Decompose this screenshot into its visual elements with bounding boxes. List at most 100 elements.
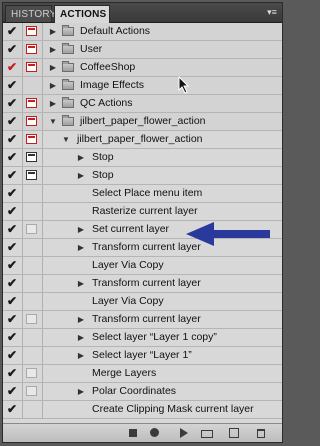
toggle-dialog-cell[interactable] [22,185,43,202]
action-step-row[interactable]: ✔ ▶ Polar Coordinates [3,383,282,401]
action-step-row[interactable]: ✔ ▶ Transform current layer [3,239,282,257]
toggle-dialog-cell[interactable] [22,347,43,364]
toggle-dialog-cell[interactable] [22,113,43,130]
toggle-dialog-cell[interactable] [22,365,43,382]
toggle-item-cell[interactable]: ✔ [3,77,23,94]
row-label: jilbert_paper_flower_action [80,115,206,127]
toggle-dialog-cell[interactable] [22,221,43,238]
action-step-row[interactable]: ✔ ▶ Transform current layer [3,311,282,329]
toggle-dialog-cell[interactable] [22,95,43,112]
toggle-item-cell[interactable]: ✔ [3,113,23,130]
folder-icon [62,25,74,36]
row-label: Default Actions [80,25,151,37]
delete-button[interactable] [255,427,267,439]
toggle-item-cell[interactable]: ✔ [3,293,23,310]
toggle-dialog-cell[interactable] [22,23,43,40]
toggle-item-cell[interactable]: ✔ [3,41,23,58]
play-selection-button[interactable] [177,427,189,439]
disclosure-collapsed-icon[interactable]: ▶ [76,221,86,238]
action-step-row[interactable]: ✔ ▶ Select layer “Layer 1 copy” [3,329,282,347]
toggle-item-cell[interactable]: ✔ [3,59,23,76]
toggle-dialog-cell[interactable] [22,203,43,220]
toggle-item-cell[interactable]: ✔ [3,311,23,328]
toggle-item-cell[interactable]: ✔ [3,329,23,346]
toggle-dialog-cell[interactable] [22,167,43,184]
toggle-item-cell[interactable]: ✔ [3,23,23,40]
create-new-set-button[interactable] [201,427,213,439]
disclosure-collapsed-icon[interactable]: ▶ [76,275,86,292]
disclosure-collapsed-icon[interactable]: ▶ [48,41,58,58]
disclosure-collapsed-icon[interactable]: ▶ [48,95,58,112]
toggle-item-cell[interactable]: ✔ [3,131,23,148]
disclosure-collapsed-icon[interactable]: ▶ [48,59,58,76]
checkmark-icon: ✔ [7,60,18,74]
action-step-row[interactable]: ✔ ▶ Stop [3,167,282,185]
disclosure-collapsed-icon[interactable]: ▶ [76,329,86,346]
toggle-dialog-cell[interactable] [22,383,43,400]
toggle-dialog-cell[interactable] [22,149,43,166]
action-step-row[interactable]: ✔ ▶ Set current layer [3,221,282,239]
action-set-row[interactable]: ✔ ▶ Default Actions [3,23,282,41]
toggle-item-cell[interactable]: ✔ [3,149,23,166]
action-step-row[interactable]: ✔ Layer Via Copy [3,257,282,275]
toggle-item-cell[interactable]: ✔ [3,347,23,364]
toggle-dialog-cell[interactable] [22,311,43,328]
toggle-item-cell[interactable]: ✔ [3,185,23,202]
tab-actions[interactable]: ACTIONS [54,5,110,23]
toggle-dialog-cell[interactable] [22,131,43,148]
action-set-row[interactable]: ✔ ▶ CoffeeShop [3,59,282,77]
action-step-row[interactable]: ✔ Create Clipping Mask current layer [3,401,282,419]
action-step-row[interactable]: ✔ ▶ Select layer “Layer 1” [3,347,282,365]
toggle-item-cell[interactable]: ✔ [3,239,23,256]
toggle-dialog-cell[interactable] [22,41,43,58]
toggle-item-cell[interactable]: ✔ [3,167,23,184]
action-step-row[interactable]: ✔ ▶ Transform current layer [3,275,282,293]
checkmark-icon: ✔ [7,366,18,380]
toggle-item-cell[interactable]: ✔ [3,365,23,382]
row-label: User [80,43,103,55]
action-set-row[interactable]: ✔ ▶ User [3,41,282,59]
action-row[interactable]: ✔ ▼ jilbert_paper_flower_action [3,131,282,149]
toggle-dialog-cell[interactable] [22,275,43,292]
disclosure-collapsed-icon[interactable]: ▶ [76,383,86,400]
action-set-row[interactable]: ✔ ▼ jilbert_paper_flower_action [3,113,282,131]
checkmark-icon: ✔ [7,258,18,272]
action-step-row[interactable]: ✔ Select Place menu item [3,185,282,203]
toggle-item-cell[interactable]: ✔ [3,95,23,112]
panel-menu-icon[interactable]: ▾≡ [266,6,278,18]
action-step-row[interactable]: ✔ ▶ Stop [3,149,282,167]
action-step-row[interactable]: ✔ Merge Layers [3,365,282,383]
disclosure-collapsed-icon[interactable]: ▶ [76,239,86,256]
toggle-dialog-cell[interactable] [22,257,43,274]
toggle-dialog-cell[interactable] [22,329,43,346]
action-set-row[interactable]: ✔ ▶ Image Effects [3,77,282,95]
create-new-action-button[interactable] [228,427,240,439]
disclosure-collapsed-icon[interactable]: ▶ [76,347,86,364]
disclosure-collapsed-icon[interactable]: ▶ [48,23,58,40]
toggle-dialog-cell[interactable] [22,401,43,418]
stop-playing-button[interactable] [127,427,139,439]
toggle-dialog-cell[interactable] [22,293,43,310]
disclosure-expanded-icon[interactable]: ▼ [61,131,71,148]
disclosure-collapsed-icon[interactable]: ▶ [48,77,58,94]
toggle-item-cell[interactable]: ✔ [3,221,23,238]
dialog-toggle-icon [26,314,37,324]
toggle-item-cell[interactable]: ✔ [3,383,23,400]
action-step-row[interactable]: ✔ Rasterize current layer [3,203,282,221]
action-step-row[interactable]: ✔ Layer Via Copy [3,293,282,311]
toggle-item-cell[interactable]: ✔ [3,401,23,418]
toggle-dialog-cell[interactable] [22,59,43,76]
toggle-item-cell[interactable]: ✔ [3,257,23,274]
toggle-item-cell[interactable]: ✔ [3,203,23,220]
toggle-dialog-cell[interactable] [22,239,43,256]
tab-history[interactable]: HISTORY [5,5,56,22]
action-set-row[interactable]: ✔ ▶ QC Actions [3,95,282,113]
begin-recording-button[interactable] [149,427,161,439]
disclosure-expanded-icon[interactable]: ▼ [48,113,58,130]
record-circle-icon [150,428,159,437]
disclosure-collapsed-icon[interactable]: ▶ [76,149,86,166]
disclosure-collapsed-icon[interactable]: ▶ [76,167,86,184]
disclosure-collapsed-icon[interactable]: ▶ [76,311,86,328]
toggle-dialog-cell[interactable] [22,77,43,94]
toggle-item-cell[interactable]: ✔ [3,275,23,292]
